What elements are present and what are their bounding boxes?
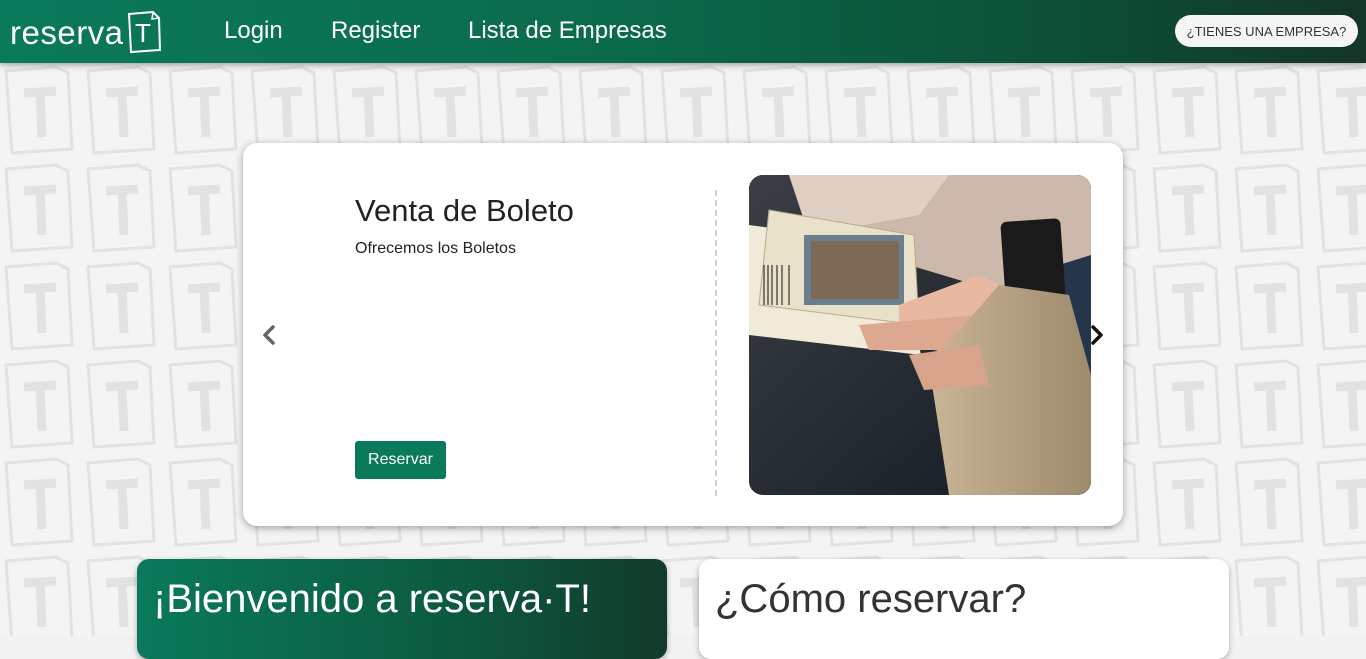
- brand-t-letter: T: [135, 18, 151, 48]
- carousel-next-button[interactable]: [1090, 325, 1104, 350]
- carousel-prev-button[interactable]: [262, 325, 276, 350]
- top-navbar: reserva T Login Register Lista de Empres…: [0, 0, 1366, 63]
- how-to-reserve-title: ¿Cómo reservar?: [715, 577, 1027, 621]
- nav-login-link[interactable]: Login: [224, 16, 283, 46]
- tickets-photo-illustration: [749, 175, 1091, 495]
- slide-description: Ofrecemos los Boletos: [355, 240, 516, 257]
- welcome-section: ¡Bienvenido a reserva·T!: [137, 559, 667, 659]
- have-company-button[interactable]: ¿TIENES UNA EMPRESA?: [1175, 15, 1358, 47]
- dashed-divider: [715, 190, 717, 496]
- brand-text: reserva: [10, 13, 124, 51]
- reserve-button[interactable]: Reservar: [355, 441, 446, 479]
- brand-logo[interactable]: reserva T: [10, 10, 162, 54]
- how-to-reserve-section: ¿Cómo reservar?: [699, 559, 1229, 659]
- carousel-card: Venta de Boleto Ofrecemos los Boletos Re…: [243, 143, 1123, 526]
- brand-t-icon: T: [127, 10, 161, 54]
- chevron-right-icon: [1091, 325, 1103, 345]
- chevron-left-icon: [263, 325, 275, 345]
- slide-title: Venta de Boleto: [355, 193, 574, 228]
- slide-image: [749, 175, 1091, 495]
- nav-register-link[interactable]: Register: [331, 16, 420, 46]
- nav-company-list-link[interactable]: Lista de Empresas: [468, 16, 667, 46]
- welcome-title: ¡Bienvenido a reserva·T!: [153, 577, 591, 621]
